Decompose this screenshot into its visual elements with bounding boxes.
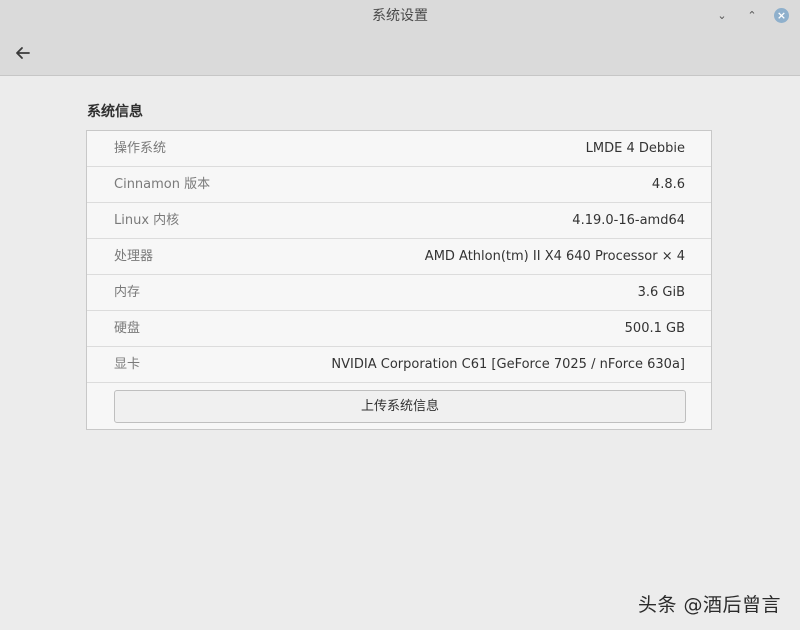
info-label: 处理器 [114,249,154,264]
section-title: 系统信息 [87,104,143,120]
system-info-panel: 操作系统 LMDE 4 Debbie Cinnamon 版本 4.8.6 Lin… [86,130,712,430]
window-titlebar: 系统设置 ⌄ ⌃ × [0,0,800,32]
header-toolbar [0,32,800,76]
maximize-icon[interactable]: ⌃ [744,8,760,24]
back-button[interactable] [10,40,36,66]
info-value: NVIDIA Corporation C61 [GeForce 7025 / n… [331,357,685,372]
info-label: 硬盘 [114,321,141,336]
close-icon[interactable]: × [774,8,789,23]
upload-system-info-button[interactable]: 上传系统信息 [114,390,686,423]
info-row-processor: 处理器 AMD Athlon(tm) II X4 640 Processor ×… [87,239,711,275]
info-row-memory: 内存 3.6 GiB [87,275,711,311]
info-label: 显卡 [114,357,141,372]
info-label: Cinnamon 版本 [114,177,211,192]
info-row-cinnamon: Cinnamon 版本 4.8.6 [87,167,711,203]
info-value: LMDE 4 Debbie [585,141,685,156]
info-value: 4.8.6 [651,177,685,192]
info-row-disk: 硬盘 500.1 GB [87,311,711,347]
info-row-graphics: 显卡 NVIDIA Corporation C61 [GeForce 7025 … [87,347,711,383]
info-value: AMD Athlon(tm) II X4 640 Processor × 4 [424,249,685,264]
back-arrow-icon [16,47,30,59]
info-row-kernel: Linux 内核 4.19.0-16-amd64 [87,203,711,239]
info-label: 操作系统 [114,141,167,156]
minimize-icon[interactable]: ⌄ [714,8,730,24]
info-label: Linux 内核 [114,213,180,228]
info-value: 3.6 GiB [637,285,685,300]
window-title: 系统设置 [372,8,428,24]
info-value: 500.1 GB [624,321,685,336]
watermark: 头条 @酒后曾言 [638,594,782,616]
info-value: 4.19.0-16-amd64 [572,213,685,228]
info-label: 内存 [114,285,141,300]
info-row-os: 操作系统 LMDE 4 Debbie [87,131,711,167]
